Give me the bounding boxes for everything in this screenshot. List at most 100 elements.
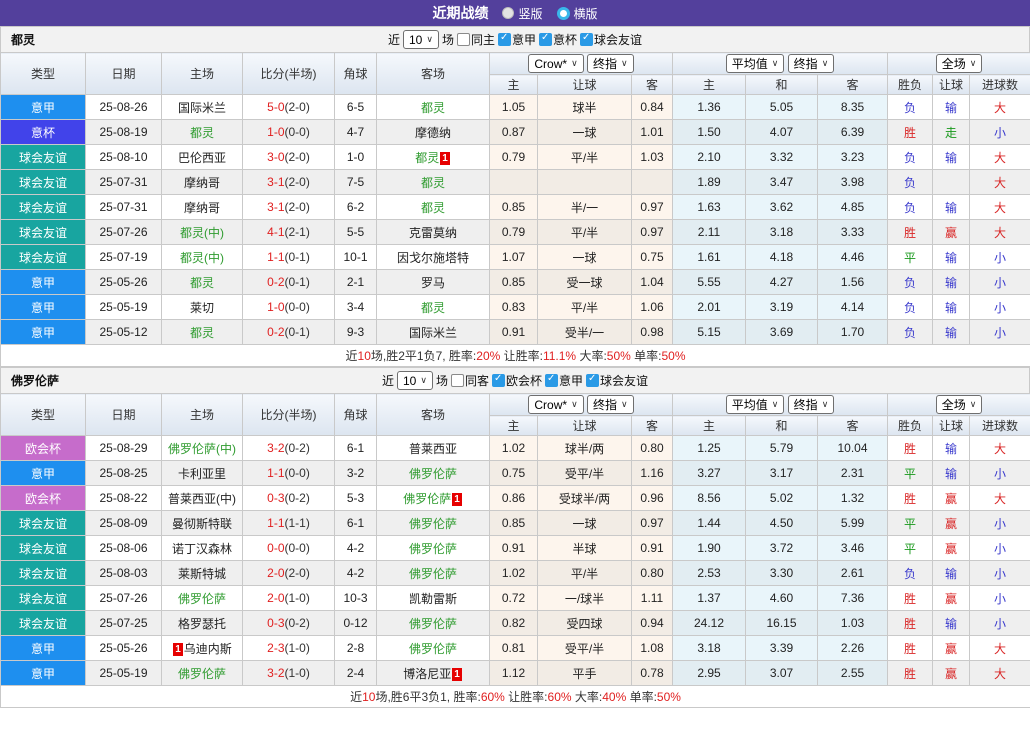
corner-score: 4-7 (335, 120, 377, 145)
league-badge: 意甲 (1, 295, 86, 320)
summary-row: 近10场,胜6平3负1, 胜率:60% 让胜率:60% 大率:40% 单率:50… (1, 686, 1030, 708)
layout-radio-vertical[interactable]: 竖版 (502, 5, 542, 22)
odds-home: 0.79 (490, 220, 538, 245)
results-table: 类型 日期 主场 比分(半场) 角球 客场 Crow*∨ 终指∨ 平均值∨ 终指… (0, 393, 1030, 708)
fulltime-score: 0-3 (267, 616, 284, 630)
corner-score: 5-3 (335, 486, 377, 511)
result-wdl: 负 (888, 270, 933, 295)
avg-home: 3.18 (673, 636, 746, 661)
league-badge: 球会友谊 (1, 145, 86, 170)
league-badge: 欧会杯 (1, 436, 86, 461)
corner-score: 1-0 (335, 145, 377, 170)
scope-select[interactable]: 全场∨ (936, 54, 983, 73)
score-cell: 4-1(2-1) (243, 220, 335, 245)
match-row: 意甲25-05-26都灵0-2(0-1)2-1罗马0.85受一球1.045.55… (1, 270, 1030, 295)
bookmaker-select[interactable]: Crow*∨ (528, 54, 583, 73)
result-overunder: 大 (970, 486, 1030, 511)
league-filter-checkbox[interactable]: 意杯 (539, 31, 577, 48)
fulltime-score: 2-0 (267, 566, 284, 580)
result-overunder: 小 (970, 320, 1030, 345)
results-table: 类型 日期 主场 比分(半场) 角球 客场 Crow*∨ 终指∨ 平均值∨ 终指… (0, 52, 1030, 367)
league-badge: 球会友谊 (1, 195, 86, 220)
team-label: 罗马 (421, 276, 445, 290)
odds-home: 0.81 (490, 636, 538, 661)
league-filter-checkbox[interactable]: 意甲 (545, 372, 583, 389)
fulltime-score: 0-0 (267, 541, 284, 555)
team-filter-bar: 都灵 近 10∨ 场 同主 意甲 意杯 球会友谊 (0, 26, 1030, 52)
handicap-line: 一球 (538, 120, 632, 145)
league-filter-checkbox[interactable]: 欧会杯 (492, 372, 542, 389)
away-team: 因戈尔施塔特 (377, 245, 490, 270)
same-venue-checkbox[interactable]: 同主 (457, 31, 495, 48)
odds-home: 0.83 (490, 295, 538, 320)
result-wdl: 胜 (888, 611, 933, 636)
stage-select[interactable]: 终指∨ (587, 54, 634, 73)
avg-stage-select[interactable]: 终指∨ (788, 395, 835, 414)
result-handicap: 输 (933, 270, 970, 295)
halftime-score: (0-1) (285, 250, 310, 264)
result-wdl: 负 (888, 170, 933, 195)
recent-count-select[interactable]: 10∨ (403, 30, 439, 49)
result-overunder: 小 (970, 511, 1030, 536)
home-team: 佛罗伦萨 (162, 586, 243, 611)
home-team: 卡利亚里 (162, 461, 243, 486)
odds-home: 0.85 (490, 270, 538, 295)
result-wdl: 平 (888, 245, 933, 270)
avg-draw: 3.72 (746, 536, 818, 561)
col-result: 胜负 (888, 416, 933, 436)
summary-text: 单率: (631, 349, 662, 363)
league-filter-checkbox[interactable]: 意甲 (498, 31, 536, 48)
recent-count-select[interactable]: 10∨ (397, 371, 433, 390)
fulltime-score: 3-2 (267, 441, 284, 455)
layout-radio-horizontal[interactable]: 横版 (557, 5, 598, 22)
league-badge: 球会友谊 (1, 561, 86, 586)
corner-score: 6-5 (335, 95, 377, 120)
avg-stage-select[interactable]: 终指∨ (788, 54, 835, 73)
league-badge: 球会友谊 (1, 511, 86, 536)
corner-score: 9-3 (335, 320, 377, 345)
match-row: 意甲25-05-19佛罗伦萨3-2(1-0)2-4博洛尼亚11.12平手0.78… (1, 661, 1030, 686)
stage-select[interactable]: 终指∨ (587, 395, 634, 414)
result-overunder: 小 (970, 586, 1030, 611)
bookmaker-select[interactable]: Crow*∨ (528, 395, 583, 414)
summary-text: 大率: (576, 349, 607, 363)
avg-draw: 3.62 (746, 195, 818, 220)
league-filter-checkbox[interactable]: 球会友谊 (580, 31, 642, 48)
away-team: 佛罗伦萨 (377, 536, 490, 561)
red-card-badge: 1 (173, 643, 183, 656)
match-date: 25-07-31 (86, 195, 162, 220)
team-label: 都灵(中) (180, 251, 224, 265)
avg-away: 4.14 (818, 295, 888, 320)
match-filter: 近 10∨ 场 同主 意甲 意杯 球会友谊 (388, 30, 642, 49)
avg-draw: 4.50 (746, 511, 818, 536)
halftime-score: (0-0) (285, 466, 310, 480)
home-team: 曼彻斯特联 (162, 511, 243, 536)
avg-home: 5.55 (673, 270, 746, 295)
team-label: 都灵 (190, 326, 214, 340)
score-cell: 0-2(0-1) (243, 320, 335, 345)
avg-draw: 3.17 (746, 461, 818, 486)
scope-select[interactable]: 全场∨ (936, 395, 983, 414)
team-label: 普莱西亚(中) (168, 492, 236, 506)
avg-select[interactable]: 平均值∨ (726, 54, 785, 73)
away-team: 普莱西亚 (377, 436, 490, 461)
fulltime-score: 0-2 (267, 275, 284, 289)
avg-away: 1.70 (818, 320, 888, 345)
avg-select[interactable]: 平均值∨ (726, 395, 785, 414)
team-label: 博洛尼亚 (403, 667, 451, 681)
score-cell: 1-1(0-1) (243, 245, 335, 270)
red-card-badge: 1 (440, 152, 450, 165)
score-cell: 5-0(2-0) (243, 95, 335, 120)
halftime-score: (0-1) (285, 275, 310, 289)
same-venue-checkbox[interactable]: 同客 (451, 372, 489, 389)
avg-away: 7.36 (818, 586, 888, 611)
avg-away: 8.35 (818, 95, 888, 120)
avg-draw: 5.79 (746, 436, 818, 461)
radio-unchecked-icon (502, 7, 514, 19)
match-date: 25-05-19 (86, 661, 162, 686)
result-overunder: 小 (970, 461, 1030, 486)
away-team: 都灵1 (377, 145, 490, 170)
league-filter-checkbox[interactable]: 球会友谊 (586, 372, 648, 389)
avg-away: 2.31 (818, 461, 888, 486)
team-name: 佛罗伦萨 (11, 372, 59, 389)
